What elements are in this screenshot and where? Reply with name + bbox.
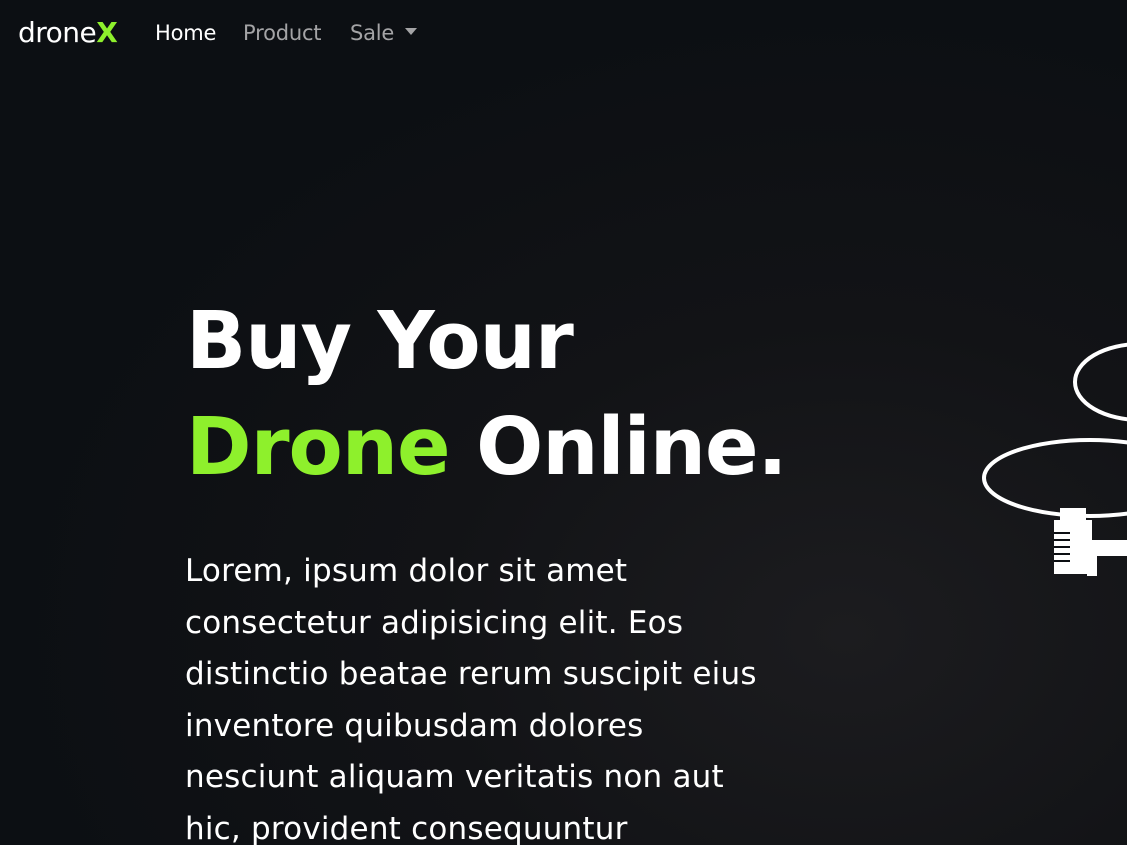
hero-description: Lorem, ipsum dolor sit amet consectetur … xyxy=(185,553,757,845)
hero-title-line1: Buy Your xyxy=(186,295,574,387)
hero-title-rest: Online. xyxy=(449,401,787,493)
brand-logo[interactable]: droneX xyxy=(18,14,118,52)
hero-title-highlight: Drone xyxy=(186,401,451,493)
nav-item-home[interactable]: Home xyxy=(155,18,216,48)
chevron-down-icon[interactable] xyxy=(405,28,417,35)
nav-item-sale[interactable]: Sale xyxy=(350,18,394,48)
brand-name: drone xyxy=(18,16,97,49)
hero-title: Buy Your Drone Online. xyxy=(186,288,788,500)
brand-accent: X xyxy=(96,16,118,49)
navbar: droneX Home Product Sale xyxy=(0,0,1127,66)
nav-item-product[interactable]: Product xyxy=(243,18,322,48)
drone-image xyxy=(982,342,1127,576)
hero-title-line2: Drone Online. xyxy=(186,394,788,500)
